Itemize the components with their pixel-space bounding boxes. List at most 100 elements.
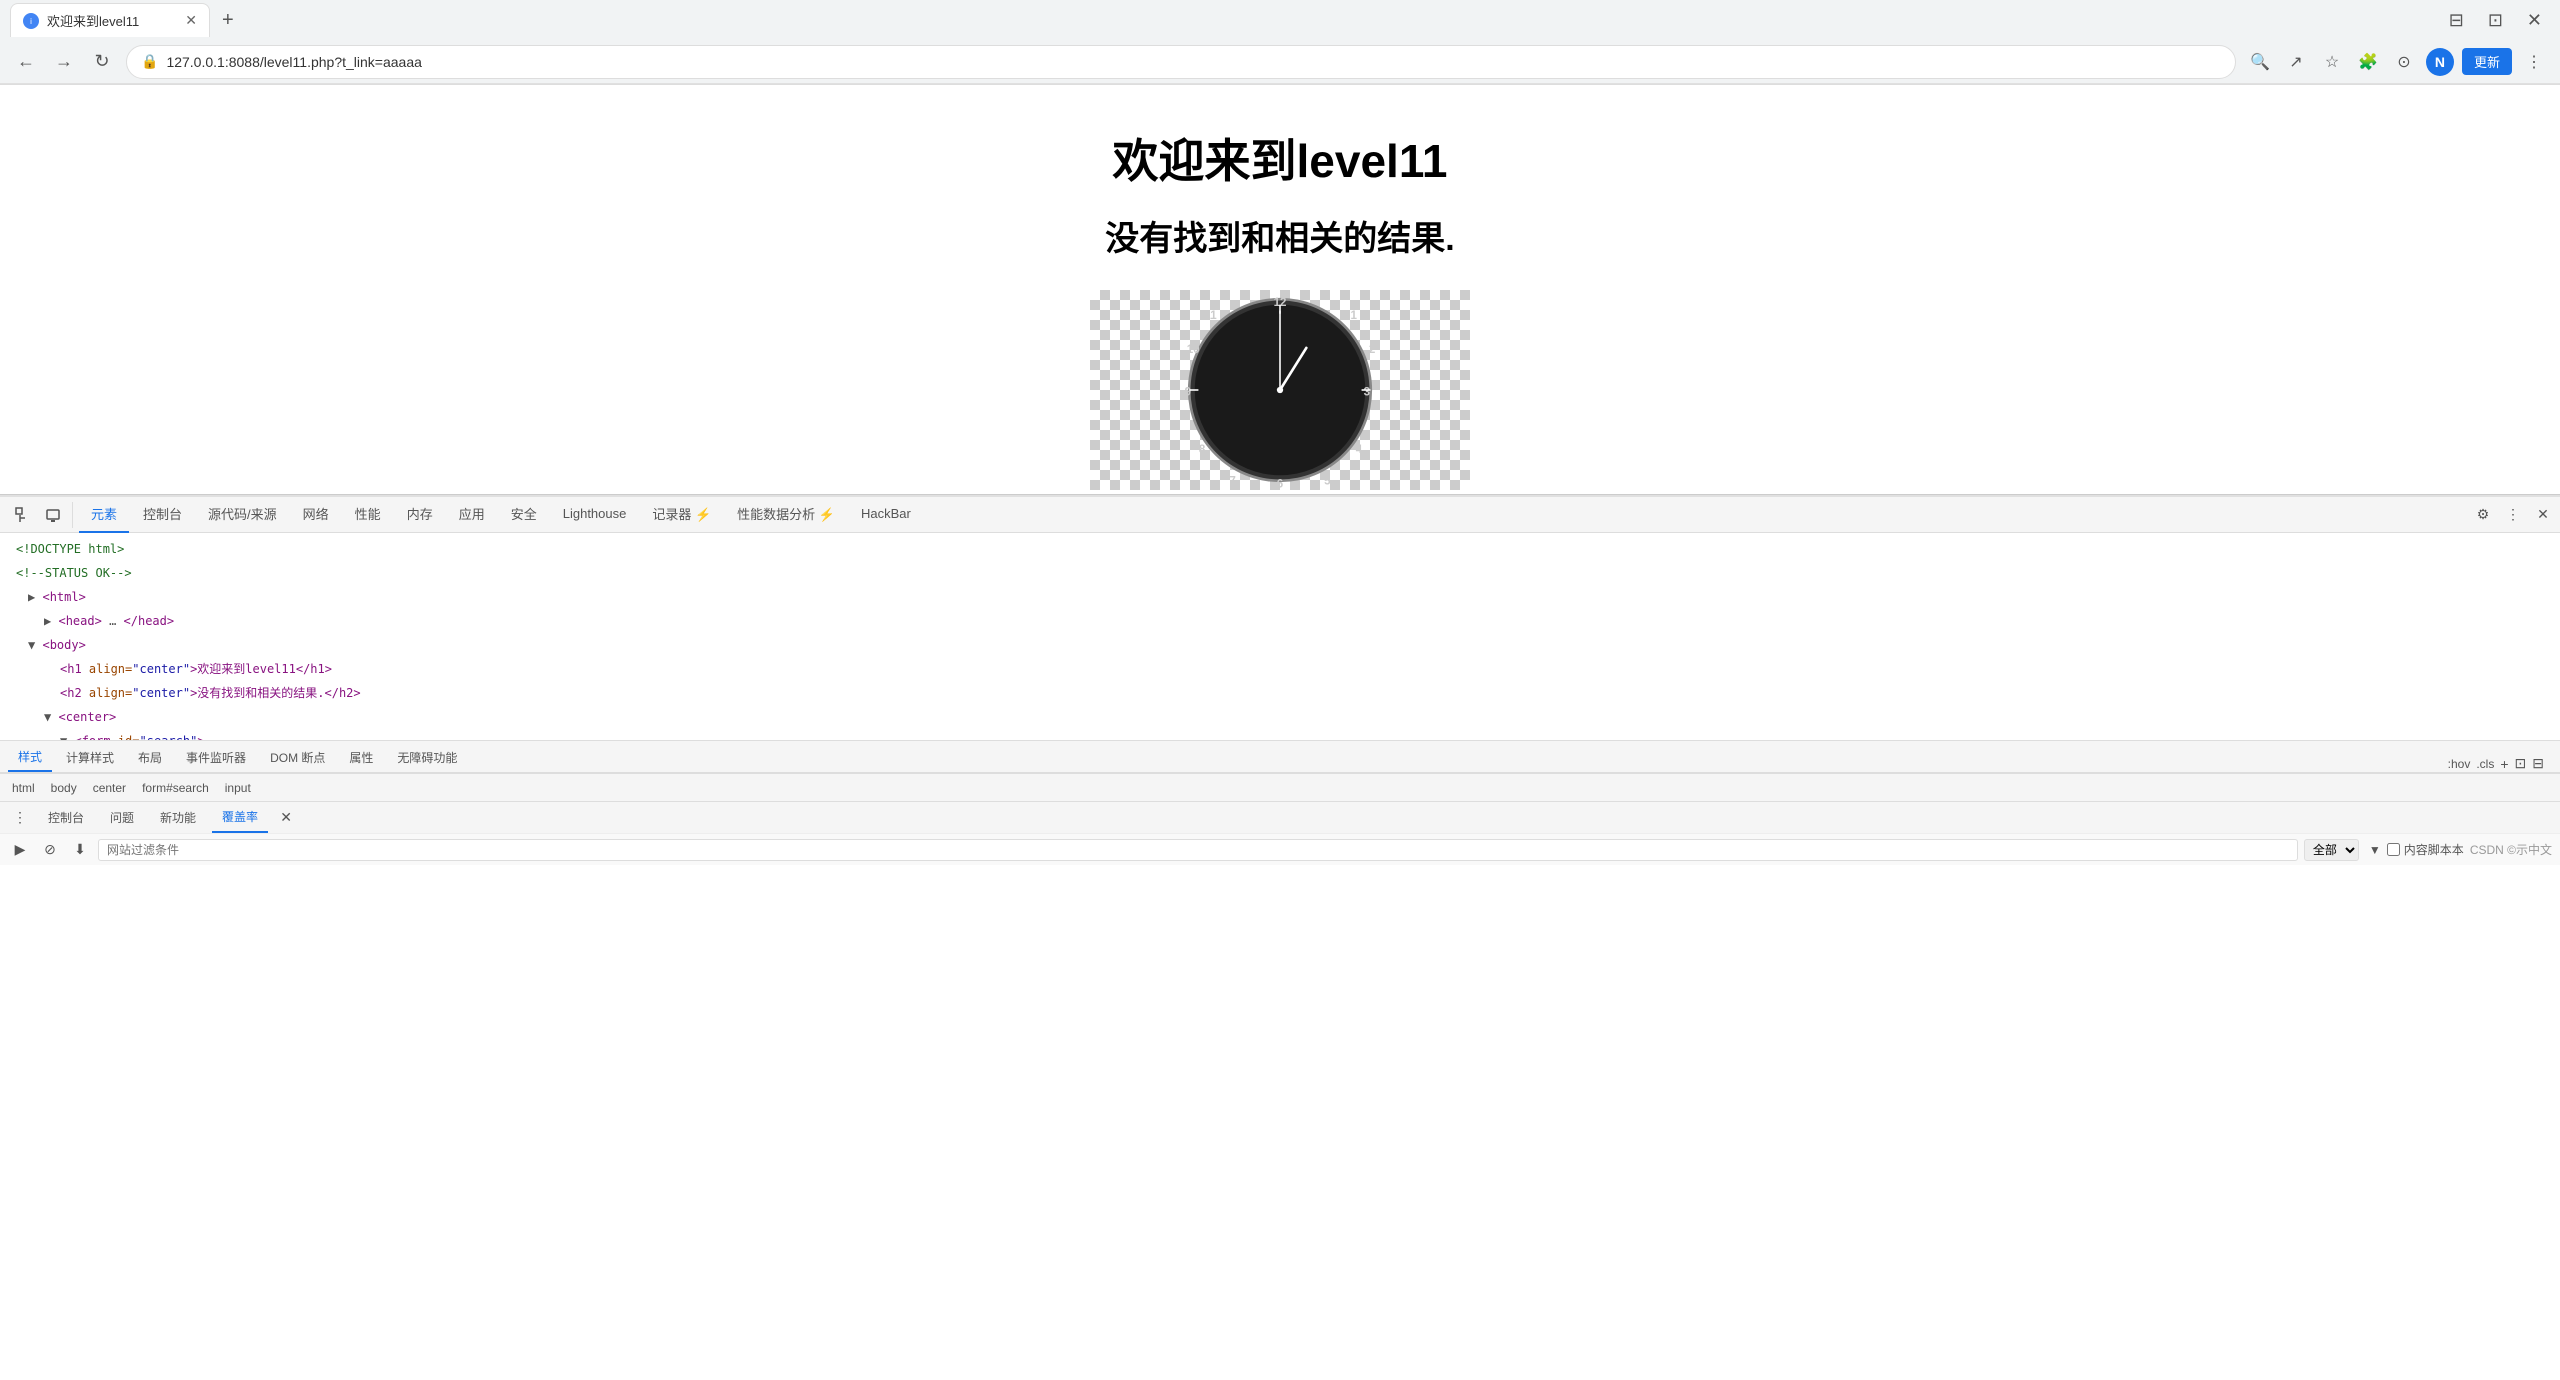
url-text: 127.0.0.1:8088/level11.php?t_link=aaaaa bbox=[166, 54, 2221, 70]
breadcrumb-body[interactable]: body bbox=[47, 779, 81, 797]
minimize-button[interactable]: ⊟ bbox=[2441, 6, 2472, 35]
console-tab-coverage[interactable]: 覆盖率 bbox=[212, 803, 268, 833]
devtools-html-content: <!DOCTYPE html> <!--STATUS OK--> ▶ <html… bbox=[0, 533, 2560, 740]
bottom-tab-styles[interactable]: 样式 bbox=[8, 742, 52, 772]
svg-text:10: 10 bbox=[1187, 344, 1200, 356]
user-avatar[interactable]: N bbox=[2426, 48, 2454, 76]
html-line-head[interactable]: ▶ <head> … </head> bbox=[0, 609, 2560, 633]
inspect-element-button[interactable] bbox=[10, 502, 36, 528]
html-line-h2[interactable]: <h2 align="center">没有找到和相关的结果.</h2> bbox=[0, 681, 2560, 705]
forward-button[interactable]: → bbox=[50, 48, 78, 76]
class-toggle[interactable]: .cls bbox=[2476, 757, 2494, 771]
devtools-tab-performance[interactable]: 性能 bbox=[343, 497, 393, 533]
svg-text:1: 1 bbox=[1350, 310, 1357, 322]
devtools-tab-elements[interactable]: 元素 bbox=[79, 497, 129, 533]
tab-favicon: i bbox=[23, 13, 39, 29]
devtools-tab-lighthouse[interactable]: Lighthouse bbox=[551, 497, 639, 533]
forward-page-button[interactable]: ↗ bbox=[2282, 48, 2310, 76]
devtools-tab-performance-insights[interactable]: 性能数据分析 ⚡ bbox=[725, 497, 847, 533]
tab-close-button[interactable]: ✕ bbox=[185, 12, 197, 29]
html-line-form[interactable]: ▼ <form id="search"> bbox=[0, 729, 2560, 740]
filter-start-button[interactable]: ▶ bbox=[8, 838, 32, 862]
browser-chrome: i 欢迎来到level11 ✕ + ⊟ ⊡ ✕ ← → ↻ 🔒 127.0.0.… bbox=[0, 0, 2560, 85]
content-script-checkbox-label[interactable]: 内容脚本本 bbox=[2387, 841, 2464, 858]
expand-arrow-head: ▶ bbox=[44, 614, 51, 628]
devtools-tab-sources[interactable]: 源代码/来源 bbox=[196, 497, 289, 533]
devtools-tab-console[interactable]: 控制台 bbox=[131, 497, 194, 533]
devtools-tab-hackbar[interactable]: HackBar bbox=[849, 497, 923, 533]
console-tab-console[interactable]: 控制台 bbox=[38, 803, 94, 833]
breadcrumb-bar: html body center form#search input bbox=[0, 773, 2560, 801]
html-line-body[interactable]: ▼ <body> bbox=[0, 633, 2560, 657]
bottom-tab-computed[interactable]: 计算样式 bbox=[56, 742, 124, 772]
html-line-html[interactable]: ▶ <html> bbox=[0, 585, 2560, 609]
extension-button[interactable]: 🧩 bbox=[2354, 48, 2382, 76]
menu-button[interactable]: ⋮ bbox=[2520, 48, 2548, 76]
svg-text:5: 5 bbox=[1324, 476, 1331, 488]
breadcrumb-form[interactable]: form#search bbox=[138, 779, 213, 797]
new-tab-button[interactable]: + bbox=[214, 5, 242, 36]
center-tag: <center> bbox=[58, 710, 116, 724]
html-line-status[interactable]: <!--STATUS OK--> bbox=[0, 561, 2560, 585]
devtools-tab-network[interactable]: 网络 bbox=[291, 497, 341, 533]
console-tab-issues[interactable]: 问题 bbox=[100, 803, 144, 833]
page-content: 欢迎来到level11 没有找到和相关的结果. 12 1 2 3 9 10 11… bbox=[0, 85, 2560, 495]
svg-text:11: 11 bbox=[1204, 310, 1217, 322]
restore-button[interactable]: ⊡ bbox=[2480, 6, 2511, 35]
devtools-tab-memory[interactable]: 内存 bbox=[395, 497, 445, 533]
bottom-tab-dom-breakpoints[interactable]: DOM 断点 bbox=[260, 742, 335, 772]
close-window-button[interactable]: ✕ bbox=[2519, 6, 2550, 35]
bottom-tab-properties[interactable]: 属性 bbox=[339, 742, 383, 772]
svg-text:6: 6 bbox=[1277, 478, 1284, 490]
page-subtitle: 没有找到和相关的结果. bbox=[1105, 211, 1454, 260]
device-toolbar-button[interactable] bbox=[40, 502, 66, 528]
html-line-doctype[interactable]: <!DOCTYPE html> bbox=[0, 537, 2560, 561]
status-comment: <!--STATUS OK--> bbox=[16, 566, 132, 580]
content-script-checkbox[interactable] bbox=[2387, 843, 2400, 856]
filter-bar: ▶ ⊘ ⬇ 全部 ▼ 内容脚本本 CSDN ©示中文 bbox=[0, 833, 2560, 865]
devtools-icon-buttons bbox=[4, 502, 73, 528]
address-bar: ← → ↻ 🔒 127.0.0.1:8088/level11.php?t_lin… bbox=[0, 40, 2560, 84]
devtools-close-button[interactable]: ✕ bbox=[2530, 502, 2556, 528]
console-drawer-menu[interactable]: ⋮ bbox=[8, 806, 32, 830]
devtools-right-actions: ⚙ ⋮ ✕ bbox=[2470, 502, 2556, 528]
bottom-tab-layout[interactable]: 布局 bbox=[128, 742, 172, 772]
devtools-tab-application[interactable]: 应用 bbox=[447, 497, 497, 533]
breadcrumb-html[interactable]: html bbox=[8, 779, 39, 797]
browser-tab[interactable]: i 欢迎来到level11 ✕ bbox=[10, 3, 210, 37]
svg-text:i: i bbox=[30, 17, 32, 26]
toolbar-actions: 🔍 ↗ ☆ 🧩 ⊙ N 更新 ⋮ bbox=[2246, 48, 2548, 76]
refresh-button[interactable]: ↻ bbox=[88, 48, 116, 76]
search-icon-button[interactable]: 🔍 bbox=[2246, 48, 2274, 76]
update-button[interactable]: 更新 bbox=[2462, 48, 2512, 75]
hover-toggle[interactable]: :hov bbox=[2448, 757, 2471, 771]
filter-type-select[interactable]: 全部 bbox=[2304, 839, 2359, 861]
add-style-button[interactable]: + bbox=[2500, 756, 2508, 772]
devtools-settings-button[interactable]: ⚙ bbox=[2470, 502, 2496, 528]
profile-button[interactable]: ⊙ bbox=[2390, 48, 2418, 76]
bottom-tab-event-listeners[interactable]: 事件监听器 bbox=[176, 742, 256, 772]
svg-text:7: 7 bbox=[1229, 476, 1235, 488]
devtools-tab-recorder[interactable]: 记录器 ⚡ bbox=[640, 497, 723, 533]
filter-download-button[interactable]: ⬇ bbox=[68, 838, 92, 862]
coverage-close-button[interactable]: ✕ bbox=[274, 806, 298, 830]
breadcrumb-input[interactable]: input bbox=[221, 779, 255, 797]
bookmark-button[interactable]: ☆ bbox=[2318, 48, 2346, 76]
console-tab-new-features[interactable]: 新功能 bbox=[150, 803, 206, 833]
split-icon[interactable]: ⊟ bbox=[2532, 755, 2544, 772]
expand-center: ▼ bbox=[44, 710, 51, 724]
console-drawer-toolbar: ⋮ 控制台 问题 新功能 覆盖率 ✕ bbox=[0, 801, 2560, 833]
devtools-more-button[interactable]: ⋮ bbox=[2500, 502, 2526, 528]
filter-stop-button[interactable]: ⊘ bbox=[38, 838, 62, 862]
devtools-tab-security[interactable]: 安全 bbox=[499, 497, 549, 533]
html-line-center[interactable]: ▼ <center> bbox=[0, 705, 2560, 729]
bottom-tab-accessibility[interactable]: 无障碍功能 bbox=[387, 742, 467, 772]
html-line-h1[interactable]: <h1 align="center">欢迎来到level11</h1> bbox=[0, 657, 2560, 681]
filter-input[interactable] bbox=[98, 839, 2298, 861]
url-bar[interactable]: 🔒 127.0.0.1:8088/level11.php?t_link=aaaa… bbox=[126, 45, 2236, 79]
content-script-label-text: 内容脚本本 bbox=[2404, 841, 2464, 858]
back-button[interactable]: ← bbox=[12, 48, 40, 76]
lock-icon: 🔒 bbox=[141, 53, 158, 70]
layout-icon[interactable]: ⊡ bbox=[2515, 755, 2527, 772]
breadcrumb-center[interactable]: center bbox=[89, 779, 130, 797]
